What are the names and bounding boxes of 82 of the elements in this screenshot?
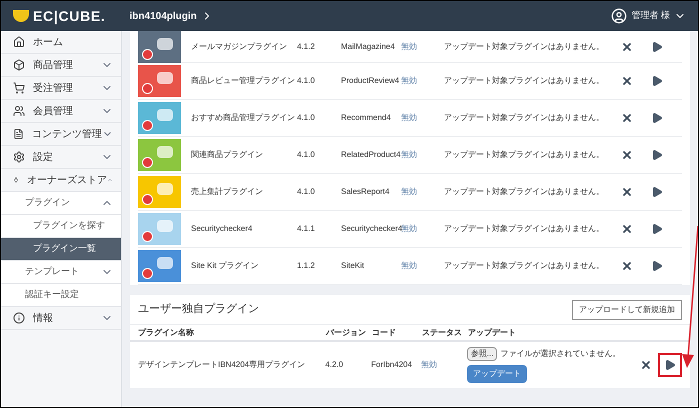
plugin-name: おすすめ商品管理プラグイン bbox=[191, 112, 296, 124]
delete-icon[interactable] bbox=[621, 223, 633, 235]
plugin-status[interactable]: 無効 bbox=[420, 359, 467, 371]
play-icon[interactable] bbox=[651, 112, 663, 124]
update-message: アップデート対象プラグインはありません。 bbox=[444, 40, 605, 52]
update-message: アップデート対象プラグインはありません。 bbox=[444, 112, 605, 124]
plugin-code: Securitychecker4 bbox=[341, 223, 401, 235]
plugin-status[interactable]: 無効 bbox=[401, 223, 444, 235]
plugin-status[interactable]: 無効 bbox=[401, 260, 444, 272]
browse-button[interactable]: 参照... bbox=[466, 347, 498, 361]
cube-icon bbox=[13, 59, 25, 71]
shop-name[interactable]: ibn4104plugin bbox=[130, 8, 197, 24]
home-icon bbox=[13, 36, 25, 48]
plugin-status[interactable]: 無効 bbox=[401, 40, 444, 52]
plugin-version: 4.1.2 bbox=[297, 40, 316, 52]
play-icon[interactable] bbox=[664, 359, 676, 371]
update-message: アップデート対象プラグインはありません。 bbox=[444, 149, 605, 161]
logo-text: EC|CUBE. bbox=[33, 6, 106, 26]
plugin-status[interactable]: 無効 bbox=[401, 149, 444, 161]
delete-icon[interactable] bbox=[621, 75, 633, 87]
plugin-version: 4.2.0 bbox=[325, 359, 344, 371]
column-header: バージョン bbox=[326, 326, 367, 338]
column-header: ステータス bbox=[422, 326, 463, 338]
plugin-version: 4.1.0 bbox=[297, 112, 316, 124]
plugin-version: 4.1.0 bbox=[297, 75, 316, 87]
user-avatar-icon bbox=[611, 8, 628, 24]
cart-icon bbox=[13, 82, 25, 94]
plugin-version: 1.1.2 bbox=[297, 260, 316, 272]
delete-icon[interactable] bbox=[640, 359, 652, 371]
play-icon[interactable] bbox=[651, 260, 663, 272]
update-message: アップデート対象プラグインはありません。 bbox=[444, 75, 605, 87]
plugin-version: 4.1.1 bbox=[297, 223, 316, 235]
play-icon[interactable] bbox=[651, 186, 663, 198]
sidebar-item[interactable]: 認証キー設定 bbox=[1, 284, 121, 307]
plugin-name: 売上集計プラグイン bbox=[191, 186, 264, 198]
plugin-status[interactable]: 無効 bbox=[401, 75, 444, 87]
file-status: ファイルが選択されていません。 bbox=[500, 348, 620, 360]
document-icon bbox=[13, 128, 24, 140]
column-header: コード bbox=[372, 326, 397, 338]
settings-icon bbox=[13, 151, 25, 163]
plugin-name: Securitychecker4 bbox=[191, 223, 254, 235]
plugin-name: Site Kit プラグイン bbox=[191, 260, 260, 272]
plugin-version: 4.1.0 bbox=[297, 186, 316, 198]
delete-icon[interactable] bbox=[621, 40, 633, 52]
plugin-name: 商品レビュー管理プラグイン bbox=[191, 75, 296, 87]
column-header: プラグイン名称 bbox=[138, 326, 195, 338]
delete-icon[interactable] bbox=[621, 186, 633, 198]
section-title: ユーザー独自プラグイン bbox=[138, 302, 259, 318]
column-header: アップデート bbox=[468, 326, 517, 338]
plugin-status[interactable]: 無効 bbox=[401, 186, 444, 198]
sidebar-item[interactable]: プラグインを探す bbox=[1, 215, 121, 238]
plugin-code: ProductReview4 bbox=[341, 75, 400, 87]
plugin-code: SalesReport4 bbox=[341, 186, 390, 198]
play-icon[interactable] bbox=[651, 149, 663, 161]
logo-icon bbox=[13, 10, 29, 22]
update-message: アップデート対象プラグインはありません。 bbox=[444, 186, 605, 198]
upload-button[interactable]: アップロードして新規追加 bbox=[572, 300, 682, 320]
plugin-code: SiteKit bbox=[341, 260, 366, 272]
plugin-code: MailMagazine4 bbox=[341, 40, 396, 52]
play-icon[interactable] bbox=[651, 40, 663, 52]
play-icon[interactable] bbox=[651, 75, 663, 87]
sidebar-item[interactable]: テンプレート bbox=[1, 261, 121, 284]
delete-icon[interactable] bbox=[621, 260, 633, 272]
plugin-name: 関連商品プラグイン bbox=[191, 149, 264, 161]
update-message: アップデート対象プラグインはありません。 bbox=[444, 223, 605, 235]
play-icon[interactable] bbox=[651, 223, 663, 235]
plugin-code: RelatedProduct4 bbox=[341, 149, 401, 161]
update-button[interactable]: アップデート bbox=[466, 365, 527, 383]
delete-icon[interactable] bbox=[621, 112, 633, 124]
update-message: アップデート対象プラグインはありません。 bbox=[444, 260, 605, 272]
plugin-code: ForIbn4204 bbox=[371, 359, 414, 371]
plugin-code: Recommend4 bbox=[341, 112, 392, 124]
sidebar-item[interactable]: プラグイン一覧 bbox=[1, 238, 121, 261]
plugin-name: デザインテンプレートIBN4204専用プラグイン bbox=[138, 359, 306, 371]
delete-icon[interactable] bbox=[621, 149, 633, 161]
plugin-status[interactable]: 無効 bbox=[401, 112, 444, 124]
users-icon bbox=[13, 105, 25, 117]
plugin-name: メールマガジンプラグイン bbox=[191, 40, 288, 52]
info-icon bbox=[13, 312, 25, 324]
user-name[interactable]: 管理者 様 bbox=[631, 9, 670, 23]
plugin-version: 4.1.0 bbox=[297, 149, 316, 161]
sidebar-item[interactable]: プラグイン bbox=[1, 192, 121, 215]
